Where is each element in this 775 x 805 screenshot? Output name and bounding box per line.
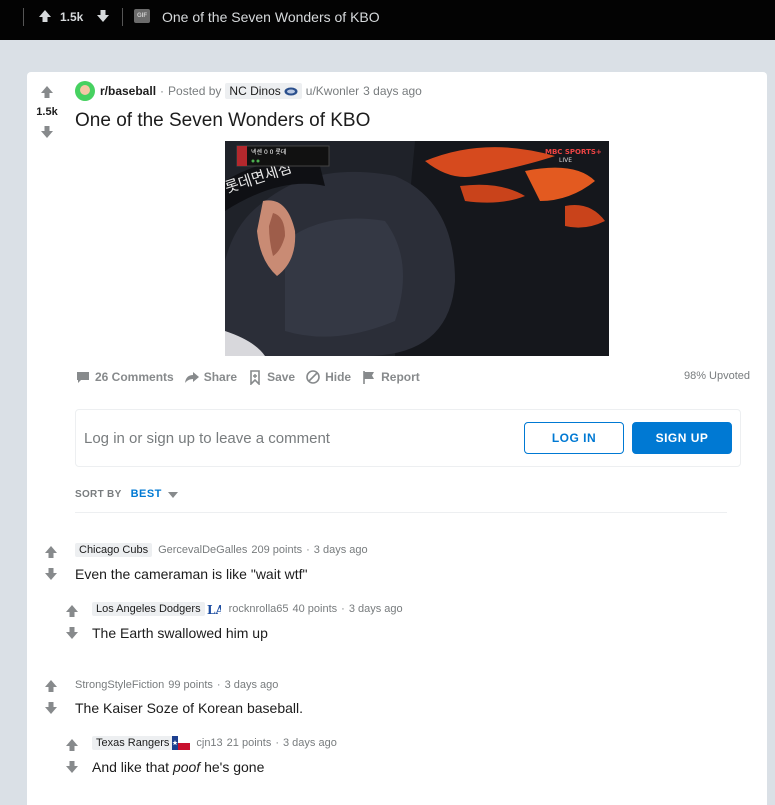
upvote-ratio: 98% Upvoted [683, 370, 750, 382]
comment-emphasis: poof [172, 759, 201, 775]
upvote-arrow-icon[interactable] [39, 84, 55, 100]
separator-dot: · [306, 544, 310, 556]
bookmark-icon [250, 370, 260, 385]
subreddit-avatar-icon[interactable] [75, 81, 95, 101]
comment-time[interactable]: 3 days ago [314, 544, 368, 556]
post-time: 3 days ago [363, 84, 422, 98]
topbar-score: 1.5k [60, 10, 84, 24]
comment-body: The Kaiser Soze of Korean baseball. [75, 700, 304, 716]
comment-body: Even the cameraman is like "wait wtf" [75, 566, 308, 582]
author-flair-text: NC Dinos [229, 84, 281, 98]
log-in-button[interactable]: LOG IN [524, 422, 624, 454]
upvote-arrow-icon[interactable] [43, 544, 59, 560]
save-button[interactable]: Save [247, 369, 295, 385]
sort-value: BEST [130, 488, 162, 500]
user-flair: Los Angeles Dodgers [92, 602, 205, 616]
flag-icon [363, 371, 375, 384]
user-flair: Texas Rangers [92, 736, 174, 750]
downvote-arrow-icon[interactable] [64, 759, 80, 775]
separator-dot: · [216, 679, 221, 691]
comments-count: 26 Comments [95, 370, 174, 384]
downvote-arrow-icon[interactable] [95, 8, 111, 24]
downvote-arrow-icon[interactable] [43, 566, 59, 582]
post-media-gif[interactable]: 롯데면세점 넥센 0 0 롯데 MBC SPORTS+ LIVE [225, 141, 609, 356]
save-label: Save [267, 370, 296, 384]
divider [75, 512, 727, 513]
comment-body: The Earth swallowed him up [92, 625, 268, 641]
share-icon [184, 372, 199, 383]
topbar-title: One of the Seven Wonders of KBO [162, 9, 380, 25]
gif-icon: GIF [134, 9, 150, 23]
comment-time[interactable]: 3 days ago [225, 679, 279, 691]
hide-label: Hide [325, 370, 352, 384]
divider [23, 8, 24, 26]
share-button[interactable]: Share [184, 369, 237, 385]
login-prompt: Log in or sign up to leave a comment LOG… [75, 409, 741, 467]
texas-flag-icon [172, 736, 191, 750]
post-top-bar: 1.5k GIF One of the Seven Wonders of KBO [0, 0, 775, 40]
comment-body: And like that poof he's gone [92, 759, 264, 775]
live-label: LIVE [559, 157, 572, 164]
divider [122, 8, 123, 26]
report-label: Report [381, 370, 420, 384]
downvote-arrow-icon[interactable] [39, 124, 55, 140]
comment-header: Chicago Cubs GercevalDeGalles 209 points… [75, 543, 368, 557]
post-meta: r/baseball · Posted by NC Dinos u/Kwonle… [75, 81, 422, 101]
comment-text: he's gone [200, 759, 265, 775]
post-actions: 26 Comments Share Save Hide Report [75, 364, 430, 390]
post-card: 1.5k r/baseball · Posted by NC Dinos u/K… [27, 72, 767, 805]
report-button[interactable]: Report [361, 369, 420, 385]
comment-author[interactable]: StrongStyleFiction [75, 679, 164, 691]
comment-icon [77, 372, 89, 383]
nc-dinos-logo-icon [284, 87, 298, 95]
sign-up-button[interactable]: SIGN UP [632, 422, 732, 454]
comment-points: 99 points [168, 679, 213, 691]
comment-points: 40 points [292, 603, 338, 615]
gif-frame: 롯데면세점 넥센 0 0 롯데 MBC SPORTS+ LIVE [225, 141, 609, 356]
comment-points: 209 points [251, 544, 303, 556]
comment-text: And like that [92, 759, 173, 775]
comment-author[interactable]: rocknrolla65 [229, 603, 289, 615]
scoreboard-text: 넥센 0 0 롯데 [251, 148, 286, 156]
downvote-arrow-icon[interactable] [43, 700, 59, 716]
comment-time[interactable]: 3 days ago [283, 737, 337, 749]
hide-button[interactable]: Hide [305, 369, 351, 385]
upvote-arrow-icon[interactable] [64, 603, 80, 619]
comment-points: 21 points [226, 737, 272, 749]
comment-header: Los Angeles Dodgers LA rocknrolla65 40 p… [92, 602, 403, 616]
upvote-arrow-icon[interactable] [64, 737, 80, 753]
comments-button[interactable]: 26 Comments [75, 369, 174, 385]
user-flair: Chicago Cubs [75, 543, 153, 557]
share-label: Share [203, 370, 238, 384]
post-title[interactable]: One of the Seven Wonders of KBO [75, 110, 370, 132]
comment-author[interactable]: GercevalDeGalles [158, 544, 247, 556]
author-flair: NC Dinos [225, 83, 302, 99]
separator-dot: · [160, 84, 165, 98]
hide-icon [306, 370, 320, 384]
downvote-arrow-icon[interactable] [64, 625, 80, 641]
comment-header: Texas Rangers cjn13 21 points · 3 days a… [92, 736, 337, 750]
comment-author[interactable]: cjn13 [196, 737, 222, 749]
subreddit-link[interactable]: r/baseball [100, 84, 156, 98]
svg-text:LA: LA [207, 603, 221, 616]
separator-dot: · [275, 737, 279, 749]
comment-time[interactable]: 3 days ago [349, 603, 403, 615]
upvote-arrow-icon[interactable] [37, 8, 53, 24]
posted-by-label: Posted by [168, 84, 222, 98]
broadcaster-logo: MBC SPORTS+ [545, 148, 602, 156]
sort-label: SORT BY [75, 488, 122, 500]
login-prompt-text: Log in or sign up to leave a comment [84, 430, 330, 447]
author-link[interactable]: u/Kwonler [306, 84, 359, 98]
separator-dot: · [341, 603, 345, 615]
post-score: 1.5k [36, 106, 58, 118]
dodgers-logo-icon: LA [207, 603, 221, 616]
comment-header: StrongStyleFiction 99 points · 3 days ag… [75, 679, 278, 691]
sort-dropdown[interactable]: SORT BY BEST [75, 488, 178, 500]
upvote-arrow-icon[interactable] [43, 678, 59, 694]
chevron-down-icon [167, 491, 178, 498]
